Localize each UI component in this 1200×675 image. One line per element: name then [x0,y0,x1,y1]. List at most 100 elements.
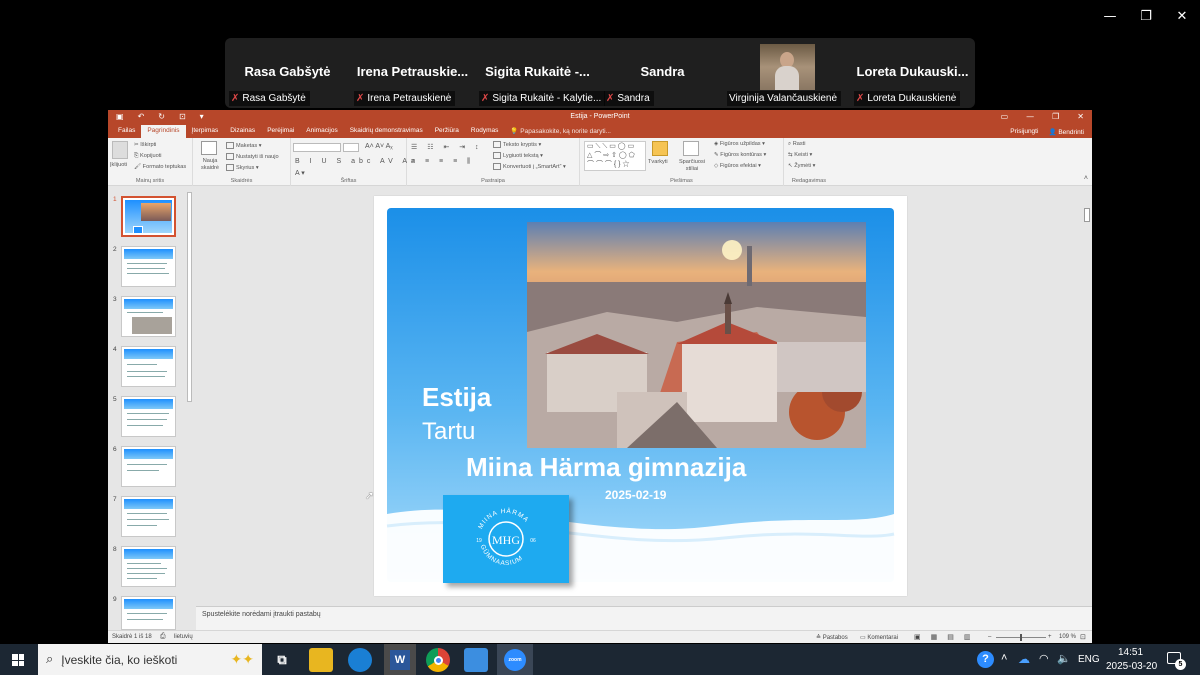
participant-tile[interactable]: Rasa Gabšytė ✗ Rasa Gabšytė [225,38,350,108]
close-button[interactable]: ✕ [1164,0,1200,32]
file-explorer-icon[interactable] [309,648,333,672]
find-button[interactable]: ⌕ Rasti [788,141,805,148]
ppt-restore-icon[interactable]: ❐ [1052,112,1059,121]
zoom-slider-thumb[interactable] [1020,634,1022,641]
quick-styles-button[interactable]: Sparčiuosi stiliai [674,159,710,173]
zoom-out-button[interactable]: – [988,634,991,640]
slide-thumbnail-1[interactable] [121,196,176,237]
language-status[interactable]: lietuvių [174,634,193,640]
participant-tile[interactable]: Irena Petrauskie... ✗ Irena Petrauskienė [350,38,475,108]
tell-me-box[interactable]: 💡 Papasakokite, ką norite daryti... [504,125,617,138]
select-button[interactable]: ↖ Žymėti ▾ [788,163,815,169]
font-color-icon[interactable]: A ▾ [295,169,305,177]
font-size-box[interactable] [343,143,359,152]
school-logo[interactable]: MHG 19 06 MIINA HÄRMA GÜMNAASIUM [443,495,569,583]
slide-thumbnail-6[interactable] [121,446,176,487]
input-language[interactable]: ENG [1078,654,1100,665]
shapes-gallery[interactable]: ▭ ⟍ ⟍ ▭ ◯ ▭ △ ⌒ ⇨ ⇧ ◯ ⬠ ⌒ ⌒ ⌒ { } ☆ [584,141,646,171]
shape-effects-button[interactable]: ◇ Figūros efektai ▾ [714,163,761,169]
slide-country-title[interactable]: Estija [422,382,491,413]
taskbar-search[interactable]: ⌕ Įveskite čia, ko ieškoti ✦✦ [38,644,262,675]
align-icons[interactable]: ≡ ≡ ≡ ≡ ⫼ [411,158,474,166]
zoom-level[interactable]: 109 % [1059,634,1076,640]
cut-button[interactable]: ✂ Iškirpti [134,142,156,148]
participant-tile[interactable]: Sandra ✗ Sandra [600,38,725,108]
windows-start-icon[interactable] [12,654,24,666]
minimize-button[interactable]: — [1092,0,1128,32]
shape-fill-button[interactable]: ◈ Figūros užpildas ▾ [714,141,765,147]
copy-button[interactable]: ⎘ Kopijuoti [134,153,162,160]
tab-animations[interactable]: Animacijos [300,125,343,138]
participant-tile-video[interactable]: Virginija Valančauskienė [725,38,850,108]
align-text-button[interactable]: Lygiuoti tekstą ▾ [493,152,543,159]
section-button[interactable]: Skyrius ▾ [226,164,259,171]
contacts-app-icon[interactable] [464,648,488,672]
slide-thumbnail-9[interactable] [121,596,176,630]
notes-pane[interactable]: Spustelėkite norėdami įtraukti pastabų [196,606,1092,630]
slide-thumbnail-5[interactable] [121,396,176,437]
quick-styles-icon[interactable] [683,141,699,156]
reset-button[interactable]: Nustatyti iš naujo [226,153,279,160]
arrange-icon[interactable] [652,141,668,156]
new-slide-icon[interactable] [201,141,217,155]
list-icons[interactable]: ☰ ☷ ⇤ ⇥ ↕ [411,143,483,151]
slide-thumbnail-2[interactable] [121,246,176,287]
comments-toggle[interactable]: ▭ Komentarai [860,634,898,641]
grow-font-icon[interactable]: A˄ A˅ Aᵪ [365,143,393,150]
task-view-icon[interactable]: ⧉ [270,648,294,672]
font-style-icons[interactable]: B I U S abc AV Aa [295,158,419,165]
replace-button[interactable]: ⇆ Keisti ▾ [788,152,812,158]
tab-slide-show[interactable]: Skaidrių demonstravimas [344,125,429,138]
font-name-box[interactable] [293,143,341,152]
chrome-icon[interactable] [426,648,450,672]
fit-slide-icon[interactable]: ⊡ [1080,633,1086,641]
share-button[interactable]: 👤 Bendrinti [1048,128,1084,136]
tray-chevron-icon[interactable]: ˄ [1001,652,1007,664]
slide-thumbnail-4[interactable] [121,346,176,387]
sign-in-link[interactable]: Prisijungti [1010,128,1038,136]
clock-date[interactable]: 2025-03-20 [1106,661,1157,672]
ribbon-display-icon[interactable]: ▭ [1001,112,1009,121]
volume-icon[interactable]: 🔈 [1057,652,1071,665]
zoom-in-button[interactable]: + [1048,634,1052,640]
clock-time[interactable]: 14:51 [1118,647,1143,658]
new-slide-button[interactable]: Nauja skaidrė [197,158,223,172]
zoom-app[interactable]: zoom [497,644,533,675]
network-icon[interactable]: ◠ [1039,652,1049,665]
shape-outline-button[interactable]: ✎ Figūros kontūras ▾ [714,152,766,158]
participant-tile[interactable]: Sigita Rukaitė -... ✗ Sigita Rukaitė - Ka… [475,38,606,108]
spellcheck-icon[interactable]: ⎙ [160,633,166,641]
edge-icon[interactable] [348,648,372,672]
slide-city-subtitle[interactable]: Tartu [422,418,475,446]
tab-view[interactable]: Rodymas [465,125,504,138]
current-slide[interactable]: Estija Tartu Miina Härma gimnazija 2025-… [374,196,907,596]
tab-review[interactable]: Peržiūra [429,125,465,138]
tab-transitions[interactable]: Perėjimai [261,125,300,138]
restore-button[interactable]: ❐ [1128,0,1164,32]
text-direction-button[interactable]: Teksto kryptis ▾ [493,141,541,148]
slide-thumbnail-3[interactable] [121,296,176,337]
tab-home[interactable]: Pagrindinis [141,125,186,138]
arrange-button[interactable]: Tvarkyti [648,159,668,165]
help-icon[interactable]: ? [977,651,994,668]
onedrive-icon[interactable]: ☁ [1018,652,1030,666]
participant-tile[interactable]: Loreta Dukauski... ✗ Loreta Dukauskienė [850,38,975,108]
word-app[interactable]: W [384,644,416,675]
tab-design[interactable]: Dizainas [224,125,261,138]
convert-smartart-button[interactable]: Konvertuoti į „SmartArt“ ▾ [493,163,566,170]
slide-school-title[interactable]: Miina Härma gimnazija [466,452,746,483]
ppt-close-icon[interactable]: ✕ [1077,112,1084,121]
ppt-minimize-icon[interactable]: — [1026,112,1034,121]
view-buttons[interactable]: ▣▦▤▥ [914,633,980,641]
slide-date[interactable]: 2025-02-19 [605,488,666,502]
collapse-ribbon-icon[interactable]: ˄ [1084,175,1088,182]
tab-insert[interactable]: Įterpimas [186,125,225,138]
paste-button[interactable]: Įklijuoti [110,162,127,168]
paste-icon[interactable] [112,141,128,159]
tab-file[interactable]: Failas [112,125,141,138]
slide-thumbnail-8[interactable] [121,546,176,587]
notes-toggle[interactable]: ≙ Pastabos [816,634,848,641]
canvas-scrollbar[interactable] [1084,206,1091,606]
slide-thumbnail-7[interactable] [121,496,176,537]
thumbnails-scrollbar[interactable] [186,190,193,630]
